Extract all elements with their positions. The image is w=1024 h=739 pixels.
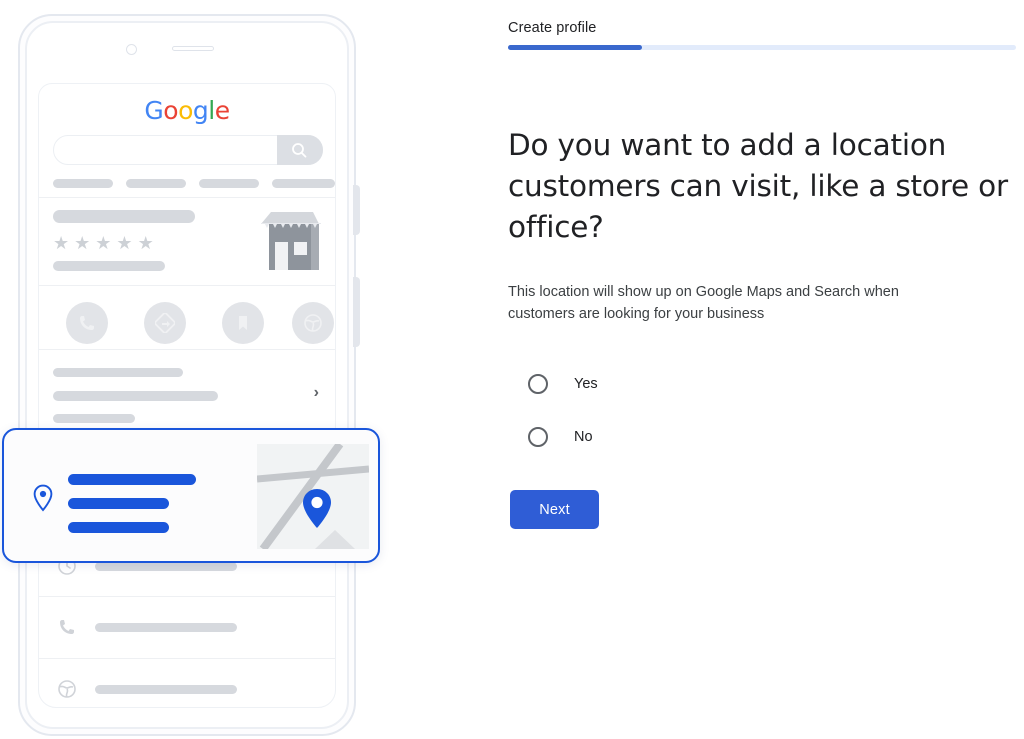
- search-input[interactable]: [53, 135, 323, 165]
- business-name-placeholder: [53, 210, 195, 223]
- page-title: Do you want to add a location customers …: [508, 127, 1008, 244]
- website-placeholder: [95, 685, 237, 694]
- map-thumbnail: [257, 444, 369, 549]
- action-button-row: [39, 292, 335, 354]
- search-icon: [292, 143, 307, 158]
- phone-number-placeholder: [95, 623, 237, 632]
- google-logo-letter-g1: G: [144, 96, 164, 125]
- location-line: [68, 474, 196, 485]
- filter-chip: [272, 179, 335, 188]
- phone-volume-button: [353, 185, 360, 235]
- phone-speaker-icon: [172, 46, 214, 51]
- phone-illustration: Google ★ ★ ★ ★ ★ ›: [0, 0, 400, 739]
- progress-bar-track: [508, 45, 1016, 50]
- star-icon: ★: [95, 233, 112, 253]
- rating-stars: ★ ★ ★ ★ ★: [53, 234, 154, 252]
- business-category-placeholder: [53, 261, 165, 271]
- directions-icon: [155, 313, 175, 333]
- radio-label-no: No: [574, 428, 593, 445]
- location-choice-radio-group: Yes No: [528, 357, 598, 463]
- star-icon: ★: [137, 233, 154, 253]
- phone-power-button: [353, 277, 360, 347]
- phone-camera-icon: [126, 44, 137, 55]
- website-action-button[interactable]: [292, 302, 334, 344]
- hours-placeholder: [95, 562, 237, 571]
- tab-create-profile[interactable]: Create profile: [508, 20, 596, 36]
- call-icon: [80, 316, 94, 330]
- info-line: [53, 368, 183, 377]
- radio-label-yes: Yes: [574, 375, 598, 392]
- globe-icon: [57, 679, 77, 704]
- star-icon: ★: [116, 233, 133, 253]
- divider: [39, 349, 335, 350]
- chevron-right-icon[interactable]: ›: [314, 384, 319, 402]
- question-description: This location will show up on Google Map…: [508, 283, 899, 322]
- location-pin-icon: [32, 484, 54, 517]
- filter-chip: [53, 179, 113, 188]
- radio-circle-icon[interactable]: [528, 426, 548, 447]
- star-icon: ★: [53, 233, 70, 253]
- google-logo-letter-o2: o: [178, 96, 193, 125]
- location-line: [68, 522, 169, 533]
- phone-screen-content: Google ★ ★ ★ ★ ★ ›: [38, 83, 336, 708]
- info-line: [53, 391, 218, 401]
- location-line: [68, 498, 169, 509]
- progress-bar-fill: [508, 45, 642, 50]
- create-profile-form: Create profile Do you want to add a loca…: [508, 0, 1024, 739]
- phone-icon: [57, 617, 77, 642]
- filter-chip: [199, 179, 259, 188]
- divider: [39, 285, 335, 286]
- directions-action-button[interactable]: [144, 302, 186, 344]
- call-action-button[interactable]: [66, 302, 108, 344]
- search-button[interactable]: [277, 135, 323, 165]
- radio-circle-icon[interactable]: [528, 373, 548, 394]
- phone-row[interactable]: [39, 597, 335, 659]
- google-logo-letter-e: e: [214, 96, 230, 125]
- next-button[interactable]: Next: [510, 490, 599, 529]
- google-logo: Google: [39, 96, 335, 125]
- storefront-icon: [255, 204, 325, 276]
- star-icon: ★: [74, 233, 91, 253]
- google-logo-letter-o1: o: [163, 96, 179, 125]
- website-row[interactable]: [39, 659, 335, 707]
- location-highlight-card[interactable]: [2, 428, 380, 563]
- radio-option-no[interactable]: No: [528, 410, 598, 463]
- google-logo-letter-g2: g: [192, 96, 209, 125]
- globe-icon: [304, 314, 322, 332]
- radio-option-yes[interactable]: Yes: [528, 357, 598, 410]
- filter-chip: [126, 179, 186, 188]
- filter-chip-row: [53, 179, 335, 188]
- save-action-button[interactable]: [222, 302, 264, 344]
- divider: [39, 197, 335, 198]
- info-line: [53, 414, 135, 423]
- bookmark-icon: [239, 316, 247, 330]
- business-info-row[interactable]: ›: [39, 356, 335, 430]
